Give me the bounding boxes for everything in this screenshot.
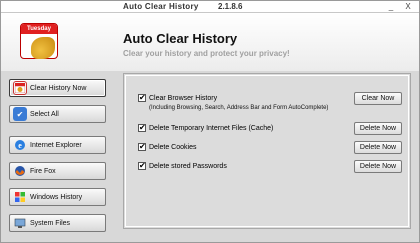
svg-text:e: e [18, 141, 22, 150]
checkbox-icon: ✔ [13, 107, 27, 121]
sidebar-item-label: Select All [30, 110, 59, 118]
clear-now-button[interactable]: Clear Now [354, 92, 402, 105]
minimize-button[interactable]: _ [386, 2, 396, 11]
option-clear-browser-history[interactable]: Clear Browser History [138, 93, 218, 102]
sidebar-item-system-files[interactable]: System Files [9, 214, 106, 232]
sidebar-item-windows-history[interactable]: Windows History [9, 188, 106, 206]
checkbox[interactable] [138, 123, 146, 132]
sidebar-item-label: System Files [30, 219, 71, 227]
internet-explorer-icon: e [13, 138, 27, 152]
delete-now-button[interactable]: Delete Now [354, 160, 402, 173]
window-version: 2.1.8.6 [218, 2, 243, 11]
app-window: Auto Clear History 2.1.8.6 _ X Tuesday A… [0, 0, 420, 243]
app-header: Tuesday Auto Clear History Clear your hi… [1, 13, 419, 71]
option-label: Delete Temporary Internet Files (Cache) [149, 124, 274, 132]
app-slogan: Clear your history and protect your priv… [123, 49, 290, 58]
sidebar-item-internet-explorer[interactable]: e Internet Explorer [9, 136, 106, 154]
window-title: Auto Clear History [123, 2, 199, 11]
title-bar[interactable]: Auto Clear History 2.1.8.6 _ X [1, 1, 419, 13]
option-delete-temp-files[interactable]: Delete Temporary Internet Files (Cache) [138, 123, 274, 132]
logo-day-label: Tuesday [21, 24, 57, 34]
select-all-button[interactable]: ✔ Select All [9, 105, 106, 123]
sidebar-item-label: Fire Fox [30, 167, 56, 175]
sidebar-item-label: Internet Explorer [30, 141, 82, 149]
broom-icon [31, 37, 55, 59]
option-sublabel: (Including Browsing, Search, Address Bar… [149, 105, 329, 111]
option-delete-passwords[interactable]: Delete stored Passwords [138, 161, 227, 170]
option-delete-cookies[interactable]: Delete Cookies [138, 142, 197, 151]
calendar-broom-icon [13, 81, 27, 95]
firefox-icon [13, 164, 27, 178]
sidebar-item-firefox[interactable]: Fire Fox [9, 162, 106, 180]
app-name: Auto Clear History [123, 31, 238, 46]
close-button[interactable]: X [403, 2, 413, 11]
app-logo-icon: Tuesday [16, 19, 62, 67]
windows-history-icon [13, 190, 27, 204]
sidebar-item-label: Windows History [30, 193, 83, 201]
option-label: Delete stored Passwords [149, 162, 227, 170]
checkbox[interactable] [138, 161, 146, 170]
delete-now-button[interactable]: Delete Now [354, 141, 402, 154]
system-files-icon [13, 216, 27, 230]
option-label: Clear Browser History [149, 94, 218, 102]
sidebar-item-label: Clear History Now [30, 84, 87, 92]
option-label: Delete Cookies [149, 143, 197, 151]
clear-history-now-button[interactable]: Clear History Now [9, 79, 106, 97]
delete-now-button[interactable]: Delete Now [354, 122, 402, 135]
checkbox[interactable] [138, 93, 146, 102]
checkbox[interactable] [138, 142, 146, 151]
